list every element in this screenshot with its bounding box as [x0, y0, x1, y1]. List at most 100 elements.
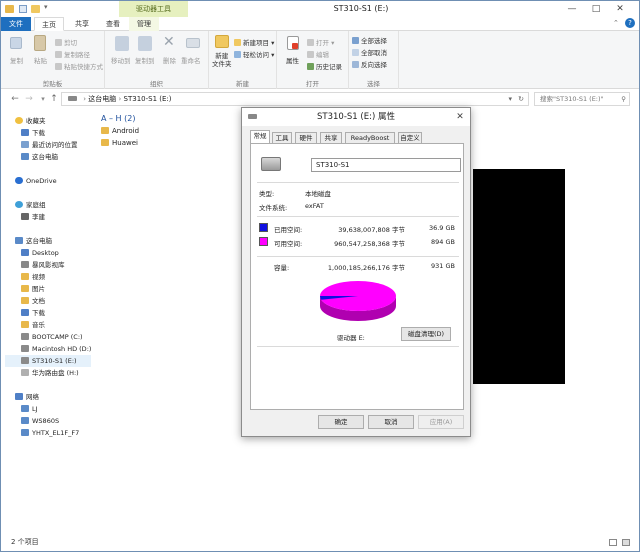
tab-manage[interactable]: 管理	[129, 17, 159, 31]
drive-icon	[21, 345, 29, 352]
sidebar-item-downloads[interactable]: 下载	[21, 127, 45, 139]
sidebar-item-downloads-pc[interactable]: 下载	[21, 307, 45, 319]
address-dropdown-icon[interactable]: ▾	[508, 93, 512, 105]
drive-icon	[248, 114, 257, 119]
sidebar-item-network[interactable]: 网络	[15, 391, 39, 403]
invert-selection-button[interactable]: 反向选择	[352, 59, 387, 69]
select-none-button[interactable]: 全部取消	[352, 47, 387, 57]
easy-access-button[interactable]: 轻松访问 ▾	[234, 49, 274, 59]
group-label-organize: 组织	[150, 80, 163, 88]
tab-general[interactable]: 常规	[250, 130, 270, 144]
new-item-button[interactable]: 新建项目 ▾	[234, 37, 274, 47]
large-icons-view-icon[interactable]	[622, 539, 630, 546]
close-button[interactable]: ✕	[609, 1, 631, 17]
sidebar-item-homegroup[interactable]: 家庭组	[15, 199, 46, 211]
sidebar-item-drive-c[interactable]: BOOTCAMP (C:)	[21, 331, 83, 343]
maximize-button[interactable]: □	[585, 1, 607, 17]
back-arrow-icon[interactable]: ←	[9, 93, 21, 105]
sidebar-item-onedrive[interactable]: OneDrive	[15, 175, 57, 187]
tab-home[interactable]: 主页	[34, 17, 64, 31]
cut-button[interactable]: 剪切	[55, 37, 77, 47]
volume-name-input[interactable]: ST310-S1	[311, 158, 461, 172]
used-space-swatch	[259, 223, 268, 232]
paste-shortcut-button[interactable]: 粘贴快捷方式	[55, 61, 103, 71]
search-input[interactable]: 搜索"ST310-S1 (E:)" ⚲	[534, 92, 630, 106]
new-folder-button[interactable]: 新建 文件夹	[212, 52, 232, 68]
details-view-icon[interactable]	[609, 539, 617, 546]
hard-drive-icon	[261, 157, 281, 171]
cloud-icon	[15, 177, 23, 184]
tab-tools[interactable]: 工具	[272, 132, 292, 143]
capacity-size: 931 GB	[431, 262, 455, 270]
tab-hardware[interactable]: 硬件	[295, 132, 317, 143]
sidebar-item-favorites[interactable]: 收藏夹	[15, 115, 46, 127]
sidebar-item-drive-e[interactable]: ST310-S1 (E:)	[5, 355, 91, 367]
apply-button[interactable]: 应用(A)	[418, 415, 464, 429]
address-bar[interactable]: › 这台电脑 › ST310-S1 (E:) ▾ ↻	[61, 92, 529, 106]
select-all-button[interactable]: 全部选择	[352, 35, 387, 45]
group-select: 全部选择 全部取消 反向选择 选择	[349, 31, 399, 89]
quick-access-properties-icon[interactable]	[19, 5, 27, 13]
sidebar-item-lj[interactable]: LJ	[21, 403, 38, 415]
tab-file[interactable]: 文件	[1, 17, 31, 31]
tab-readyboost[interactable]: ReadyBoost	[345, 132, 395, 143]
quick-access-dropdown-icon[interactable]: ▾	[44, 3, 48, 11]
computer-icon	[21, 405, 29, 412]
forward-arrow-icon[interactable]: →	[23, 93, 35, 105]
sidebar-item-ws860s[interactable]: WS860S	[21, 415, 59, 427]
group-header[interactable]: A – H (2)	[101, 114, 135, 123]
sidebar-item-this-pc[interactable]: 这台电脑	[15, 235, 52, 247]
breadcrumb-this-pc[interactable]: 这台电脑	[88, 95, 116, 103]
dialog-close-button[interactable]: ✕	[453, 110, 467, 124]
tab-sharing[interactable]: 共享	[320, 132, 342, 143]
sidebar-item-baofeng[interactable]: 暴风影视库	[21, 259, 65, 271]
paste-button[interactable]: 粘贴	[34, 55, 47, 65]
move-to-button[interactable]: 移动到	[111, 55, 131, 65]
tab-customize[interactable]: 自定义	[398, 132, 422, 143]
sidebar-item-videos[interactable]: 视频	[21, 271, 45, 283]
copy-icon	[10, 37, 22, 49]
sidebar-item-pictures[interactable]: 图片	[21, 283, 45, 295]
new-folder-icon	[215, 35, 229, 48]
sidebar-item-drive-d[interactable]: Macintosh HD (D:)	[21, 343, 91, 355]
computer-icon	[15, 237, 23, 244]
history-button[interactable]: 历史记录	[307, 61, 342, 71]
edit-button[interactable]: 编辑	[307, 49, 329, 59]
tab-share[interactable]: 共享	[67, 17, 97, 31]
type-value: 本地磁盘	[305, 190, 331, 198]
sidebar-item-yhtx[interactable]: YHTX_EL1F_F7	[21, 427, 79, 439]
sidebar-item-user[interactable]: 李建	[21, 211, 45, 223]
sidebar-item-this-pc-fav[interactable]: 这台电脑	[21, 151, 58, 163]
rename-button[interactable]: 重命名	[181, 55, 201, 65]
copy-to-button[interactable]: 复制到	[135, 55, 155, 65]
delete-button[interactable]: 删除	[163, 55, 176, 65]
redacted-region	[473, 169, 565, 384]
drive-icon	[21, 369, 29, 376]
ok-button[interactable]: 确定	[318, 415, 364, 429]
drive-letter-label: 驱动器 E:	[337, 334, 365, 342]
cancel-button[interactable]: 取消	[368, 415, 414, 429]
disk-cleanup-button[interactable]: 磁盘清理(D)	[401, 327, 451, 341]
breadcrumb-drive-e[interactable]: ST310-S1 (E:)	[124, 95, 172, 103]
edit-icon	[307, 51, 314, 58]
collapse-ribbon-icon[interactable]: ⌃	[613, 19, 619, 27]
copy-path-button[interactable]: 复制路径	[55, 49, 90, 59]
minimize-button[interactable]: —	[561, 1, 583, 17]
sidebar-item-drive-h[interactable]: 华为路由盘 (H:)	[21, 367, 79, 379]
up-arrow-icon[interactable]: ↑	[48, 93, 60, 105]
sidebar-item-recent[interactable]: 最近访问的位置	[21, 139, 78, 151]
refresh-icon[interactable]: ↻	[518, 93, 524, 105]
copy-button[interactable]: 复制	[10, 55, 23, 65]
tab-view[interactable]: 查看	[98, 17, 128, 31]
properties-button[interactable]: 属性	[286, 55, 299, 65]
open-button[interactable]: 打开 ▾	[307, 37, 334, 47]
desktop-icon	[21, 249, 29, 256]
sidebar-item-music[interactable]: 音乐	[21, 319, 45, 331]
sidebar-item-documents[interactable]: 文档	[21, 295, 45, 307]
paste-shortcut-icon	[55, 63, 62, 70]
help-icon[interactable]: ?	[625, 18, 635, 28]
list-item[interactable]: Huawei	[101, 139, 138, 147]
list-item[interactable]: Android	[101, 127, 139, 135]
sidebar-item-desktop[interactable]: Desktop	[21, 247, 59, 259]
quick-access-newfolder-icon[interactable]	[31, 5, 40, 13]
